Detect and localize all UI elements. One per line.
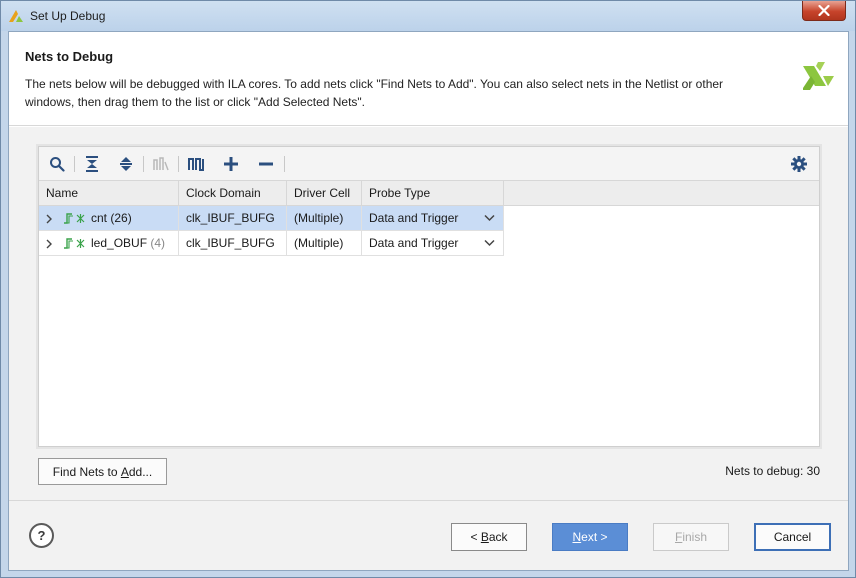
table-header: Name Clock Domain Driver Cell Probe Type [39,181,819,206]
search-button[interactable] [46,154,68,174]
description-line-1: The nets below will be debugged with ILA… [25,77,724,91]
button-label: dd... [128,464,153,479]
bus-net-icon [64,213,85,224]
vivado-logo-icon [803,62,834,90]
waveform-button[interactable] [185,154,207,174]
close-icon [818,5,830,16]
nets-to-debug-count: Nets to debug: 30 [725,464,820,478]
remove-button[interactable] [255,154,277,174]
clock-domain-cell: clk_IBUF_BUFG [179,231,287,256]
column-header-name[interactable]: Name [39,181,179,206]
settings-button[interactable] [788,154,810,174]
column-header-clock-domain[interactable]: Clock Domain [179,181,287,206]
waveform-icon [188,158,204,171]
driver-cell-cell: (Multiple) [287,231,362,256]
nets-panel: Name Clock Domain Driver Cell Probe Type… [38,146,820,447]
dialog-window: Set Up Debug Nets to Debug The nets belo… [0,0,856,578]
toolbar-separator [74,156,75,172]
collapse-all-icon [86,156,98,172]
chevron-right-icon[interactable] [45,214,53,224]
vivado-logo-icon [9,10,23,22]
net-name: cnt (26) [91,206,132,230]
cancel-button[interactable]: Cancel [754,523,831,551]
column-header-driver-cell[interactable]: Driver Cell [287,181,362,206]
button-mnemonic: A [120,464,129,479]
clock-domain-icon [153,157,169,171]
net-name-text: cnt [91,211,108,225]
name-cell: led_OBUF (4) [39,231,179,256]
wizard-body: Name Clock Domain Driver Cell Probe Type… [9,127,848,500]
search-icon [50,157,65,172]
title-bar: Set Up Debug [1,1,855,31]
table-row[interactable]: cnt (26) clk_IBUF_BUFG (Multiple) Data a… [39,206,504,231]
description-line-2: windows, then drag them to the list or c… [25,95,366,109]
button-label: ext > [581,530,608,544]
next-button[interactable]: Next > [552,523,628,551]
net-bit-count: (26) [110,211,132,225]
table-row[interactable]: led_OBUF (4) clk_IBUF_BUFG (Multiple) Da… [39,231,504,256]
probe-type-select[interactable]: Data and Trigger [362,231,504,256]
wizard-header: Nets to Debug The nets below will be deb… [9,32,848,126]
net-bit-count: (4) [150,236,166,250]
page-title: Nets to Debug [25,49,114,64]
window-title: Set Up Debug [30,9,106,23]
net-name: led_OBUF (4) [91,231,165,255]
button-label: < [470,530,481,544]
collapse-all-button[interactable] [81,154,103,174]
add-button[interactable] [220,154,242,174]
probe-type-value: Data and Trigger [369,236,459,250]
probe-type-value: Data and Trigger [369,211,459,225]
probe-type-select[interactable]: Data and Trigger [362,206,504,231]
find-nets-to-add-button[interactable]: Find Nets to Add... [38,458,167,485]
add-icon [224,157,238,171]
net-name-text: led_OBUF [91,236,148,250]
button-label: Find Nets to [52,464,121,479]
name-cell: cnt (26) [39,206,179,231]
chevron-down-icon [484,239,495,247]
wizard-footer: ? < Back Next > Finish Cancel [9,500,848,570]
back-button[interactable]: < Back [451,523,527,551]
chevron-right-icon[interactable] [45,239,53,249]
nets-toolbar [39,147,819,181]
expand-all-button[interactable] [115,154,137,174]
dialog-client-area: Nets to Debug The nets below will be deb… [8,31,849,571]
page-description: The nets below will be debugged with ILA… [25,75,765,111]
expand-all-icon [120,157,132,171]
toolbar-separator [284,156,285,172]
button-mnemonic: N [572,530,582,544]
toolbar-separator [178,156,179,172]
chevron-down-icon [484,214,495,222]
button-label: inish [682,530,708,544]
button-mnemonic: B [480,530,489,544]
bus-net-icon [64,238,85,249]
remove-icon [259,162,273,166]
column-header-probe-type[interactable]: Probe Type [362,181,504,206]
help-button[interactable]: ? [29,523,54,548]
close-button[interactable] [802,1,846,21]
button-label: ack [488,530,508,544]
gear-icon [791,156,807,172]
button-mnemonic: F [674,530,683,544]
clock-domain-cell: clk_IBUF_BUFG [179,206,287,231]
clock-domain-button [150,154,172,174]
toolbar-separator [143,156,144,172]
finish-button: Finish [653,523,729,551]
driver-cell-cell: (Multiple) [287,206,362,231]
